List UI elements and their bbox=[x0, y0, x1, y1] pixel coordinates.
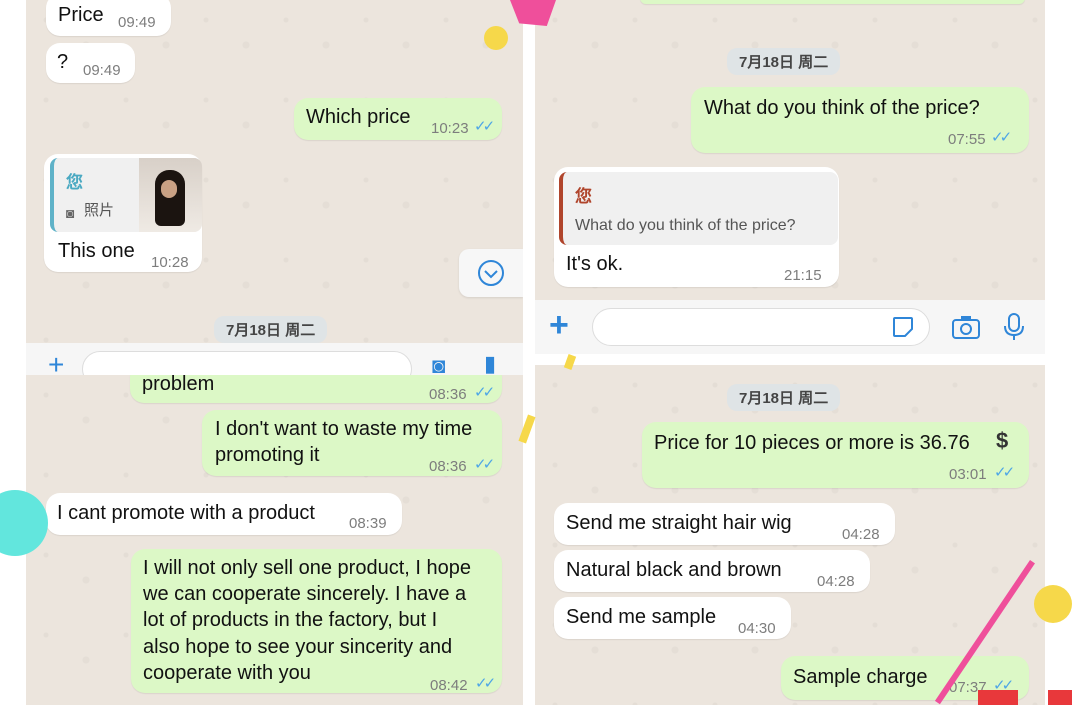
message-time: 08:39 bbox=[349, 515, 387, 532]
input-bar: + ◙ ▮ bbox=[26, 343, 523, 375]
message-bubble[interactable]: 您 What do you think of the price? It's o… bbox=[554, 167, 839, 287]
dollar-icon: $ bbox=[996, 428, 1009, 453]
message-time: 10:28 bbox=[151, 254, 189, 271]
microphone-icon[interactable]: ▮ bbox=[484, 351, 496, 375]
read-ticks-icon: ✓✓ bbox=[994, 464, 1015, 481]
message-bubble[interactable]: 您 ◙ 照片 This one 10:28 bbox=[44, 154, 202, 272]
add-icon[interactable]: + bbox=[48, 349, 64, 375]
read-ticks-icon: ✓✓ bbox=[991, 129, 1012, 146]
chat-panel-top-left: Price 09:49 ? 09:49 Which price 10:23 ✓✓… bbox=[26, 0, 523, 375]
message-bubble[interactable]: Price 09:49 bbox=[46, 0, 171, 36]
message-time: 10:23 bbox=[431, 120, 469, 137]
message-text: Which price bbox=[306, 106, 411, 128]
message-time: 09:49 bbox=[118, 14, 156, 31]
message-time: 09:49 bbox=[83, 62, 121, 79]
chat-panel-top-right: 7月18日 周二 What do you think of the price?… bbox=[535, 0, 1045, 354]
message-text: It's ok. bbox=[566, 253, 624, 275]
message-time: 03:01 bbox=[949, 466, 987, 483]
message-input[interactable] bbox=[82, 351, 412, 375]
message-text: Sample charge bbox=[793, 666, 928, 688]
message-text: also hope to see your sincerity and bbox=[143, 636, 453, 658]
message-time: 21:15 bbox=[784, 267, 822, 284]
message-bubble[interactable]: Price for 10 pieces or more is 36.76 $ 0… bbox=[642, 422, 1029, 488]
quote-text: What do you think of the price? bbox=[575, 217, 796, 234]
date-separator: 7月18日 周二 bbox=[727, 48, 841, 75]
message-text: I don't want to waste my time bbox=[215, 418, 473, 440]
message-text: Price for 10 pieces or more is 36.76 bbox=[654, 432, 970, 454]
message-text: lot of products in the factory, but I bbox=[143, 609, 438, 631]
message-bubble[interactable]: problem 08:36 ✓✓ bbox=[130, 375, 502, 403]
message-time: 07:55 bbox=[948, 131, 986, 148]
chat-panel-bottom-left: problem 08:36 ✓✓ I don't want to waste m… bbox=[26, 375, 523, 705]
message-time: 04:30 bbox=[738, 620, 776, 637]
message-time: 08:36 bbox=[429, 386, 467, 403]
message-text: ? bbox=[57, 51, 69, 73]
confetti-red bbox=[1048, 690, 1072, 705]
message-bubble[interactable]: Send me straight hair wig 04:28 bbox=[554, 503, 895, 545]
message-text: problem bbox=[142, 375, 215, 395]
chevron-down-icon bbox=[478, 260, 504, 286]
scroll-down-button[interactable] bbox=[459, 249, 523, 297]
quote-author: 您 bbox=[575, 187, 592, 206]
quoted-message[interactable]: 您 ◙ 照片 bbox=[50, 158, 202, 232]
message-time: 04:28 bbox=[817, 573, 855, 590]
message-text: This one bbox=[58, 240, 135, 262]
message-text: Send me sample bbox=[566, 606, 717, 628]
read-ticks-icon: ✓✓ bbox=[475, 675, 496, 692]
quote-author: 您 bbox=[66, 173, 83, 192]
message-time: 08:36 bbox=[429, 458, 467, 475]
message-time: 08:42 bbox=[430, 677, 468, 694]
microphone-icon[interactable] bbox=[1003, 312, 1025, 342]
message-bubble[interactable]: I cant promote with a product 08:39 bbox=[46, 493, 402, 535]
message-bubble[interactable]: Which price 10:23 ✓✓ bbox=[294, 98, 502, 140]
message-bubble[interactable]: Natural black and brown 04:28 bbox=[554, 550, 870, 592]
message-text: What do you think of the price? bbox=[704, 97, 980, 119]
message-text: I cant promote with a product bbox=[57, 502, 315, 524]
message-time: 04:28 bbox=[842, 526, 880, 543]
message-text: we can cooperate sincerely. I have a bbox=[143, 583, 467, 605]
read-ticks-icon: ✓✓ bbox=[474, 384, 495, 401]
input-bar: + bbox=[535, 300, 1045, 354]
message-text: Send me straight hair wig bbox=[566, 512, 792, 534]
read-ticks-icon: ✓✓ bbox=[474, 456, 495, 473]
message-text: Natural black and brown bbox=[566, 559, 782, 581]
confetti-red bbox=[978, 690, 1018, 705]
quote-label: 照片 bbox=[84, 202, 115, 219]
date-separator: 7月18日 周二 bbox=[214, 316, 328, 343]
camera-icon[interactable]: ◙ bbox=[432, 353, 445, 375]
camera-icon[interactable] bbox=[951, 314, 981, 340]
message-text: promoting it bbox=[215, 444, 320, 466]
confetti-yellow bbox=[1034, 585, 1072, 623]
read-ticks-icon: ✓✓ bbox=[474, 118, 495, 135]
message-bubble[interactable]: What do you think of the price? 07:55 ✓✓ bbox=[691, 87, 1029, 153]
message-bubble[interactable]: ? 09:49 bbox=[46, 43, 135, 83]
date-separator: 7月18日 周二 bbox=[727, 384, 841, 411]
photo-thumbnail[interactable] bbox=[139, 158, 202, 232]
confetti-yellow bbox=[484, 26, 508, 50]
quoted-message[interactable]: 您 What do you think of the price? bbox=[559, 172, 838, 245]
sticker-icon[interactable] bbox=[891, 315, 915, 339]
message-bubble[interactable]: I will not only sell one product, I hope… bbox=[131, 549, 502, 694]
message-text: Price bbox=[58, 4, 104, 26]
message-bubble bbox=[640, 0, 1025, 4]
message-input[interactable] bbox=[592, 308, 930, 346]
camera-icon: ◙ bbox=[66, 205, 75, 221]
message-text: I will not only sell one product, I hope bbox=[143, 557, 471, 579]
message-bubble[interactable]: Send me sample 04:30 bbox=[554, 597, 791, 639]
message-text: cooperate with you bbox=[143, 662, 311, 684]
message-bubble[interactable]: I don't want to waste my time promoting … bbox=[202, 410, 502, 476]
add-icon[interactable]: + bbox=[549, 306, 569, 345]
